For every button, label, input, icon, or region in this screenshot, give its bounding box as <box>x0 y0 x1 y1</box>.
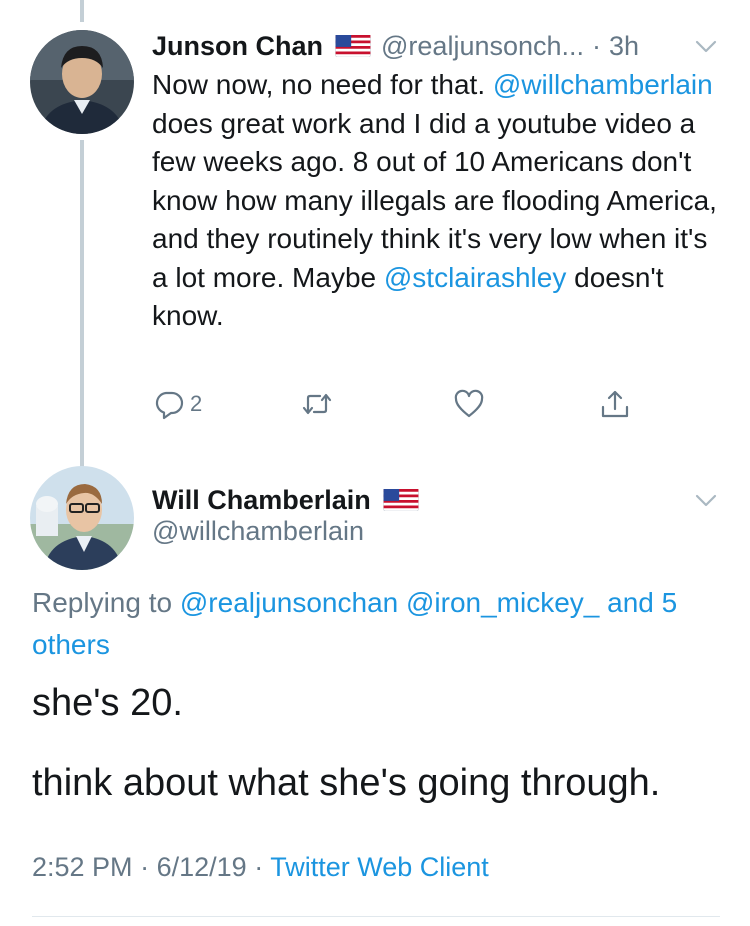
separator: · <box>592 30 602 61</box>
avatar-image <box>30 466 134 570</box>
tweet1-text: Now now, no need for that. @willchamberl… <box>152 66 722 336</box>
replying-prefix: Replying to <box>32 587 180 618</box>
chevron-down-icon[interactable] <box>692 32 720 60</box>
thread-line-top <box>80 0 84 22</box>
reply-icon <box>155 391 184 420</box>
reply-count: 2 <box>190 391 203 416</box>
us-flag-icon <box>383 489 419 511</box>
like-button[interactable] <box>452 386 486 422</box>
avatar-junson-chan[interactable] <box>30 30 134 134</box>
tweet2-text: she's 20. think about what she's going t… <box>32 680 722 840</box>
tweet-line: think about what she's going through. <box>32 762 661 804</box>
reply-button[interactable]: 2 <box>152 386 202 422</box>
like-icon <box>454 389 484 418</box>
timestamp[interactable]: 3h <box>609 31 639 62</box>
separator: · <box>254 852 264 882</box>
source-link[interactable]: Twitter Web Client <box>270 852 489 882</box>
separator: · <box>140 852 150 882</box>
tweet-meta: 2:52 PM · 6/12/19 · Twitter Web Client <box>32 852 489 883</box>
chevron-down-icon[interactable] <box>692 486 720 514</box>
tweet-line: she's 20. <box>32 682 183 724</box>
handle[interactable]: @realjunsonch... <box>381 31 584 62</box>
date[interactable]: 6/12/19 <box>157 852 247 882</box>
display-name[interactable]: Will Chamberlain <box>152 485 371 516</box>
handle[interactable]: @willchamberlain <box>152 516 364 547</box>
avatar-image <box>30 30 134 134</box>
mention-link[interactable]: @stclairashley <box>384 262 566 293</box>
thread-line <box>80 140 84 470</box>
avatar-will-chamberlain[interactable] <box>30 466 134 570</box>
share-button[interactable] <box>598 386 632 422</box>
divider <box>32 916 720 917</box>
tweet2-header: Will Chamberlain <box>152 480 720 520</box>
retweet-icon <box>302 393 332 415</box>
share-icon <box>601 390 629 418</box>
tweet1-header: Junson Chan @realjunsonch... · 3h <box>152 26 720 66</box>
tweet1-actions: 2 <box>152 386 652 422</box>
us-flag-icon <box>335 35 371 57</box>
retweet-button[interactable] <box>300 386 334 422</box>
time[interactable]: 2:52 PM <box>32 852 133 882</box>
mention-link[interactable]: @willchamberlain <box>493 69 713 100</box>
replying-to: Replying to @realjunsonchan @iron_mickey… <box>32 582 712 666</box>
text-part: Now now, no need for that. <box>152 69 493 100</box>
display-name[interactable]: Junson Chan <box>152 31 323 62</box>
